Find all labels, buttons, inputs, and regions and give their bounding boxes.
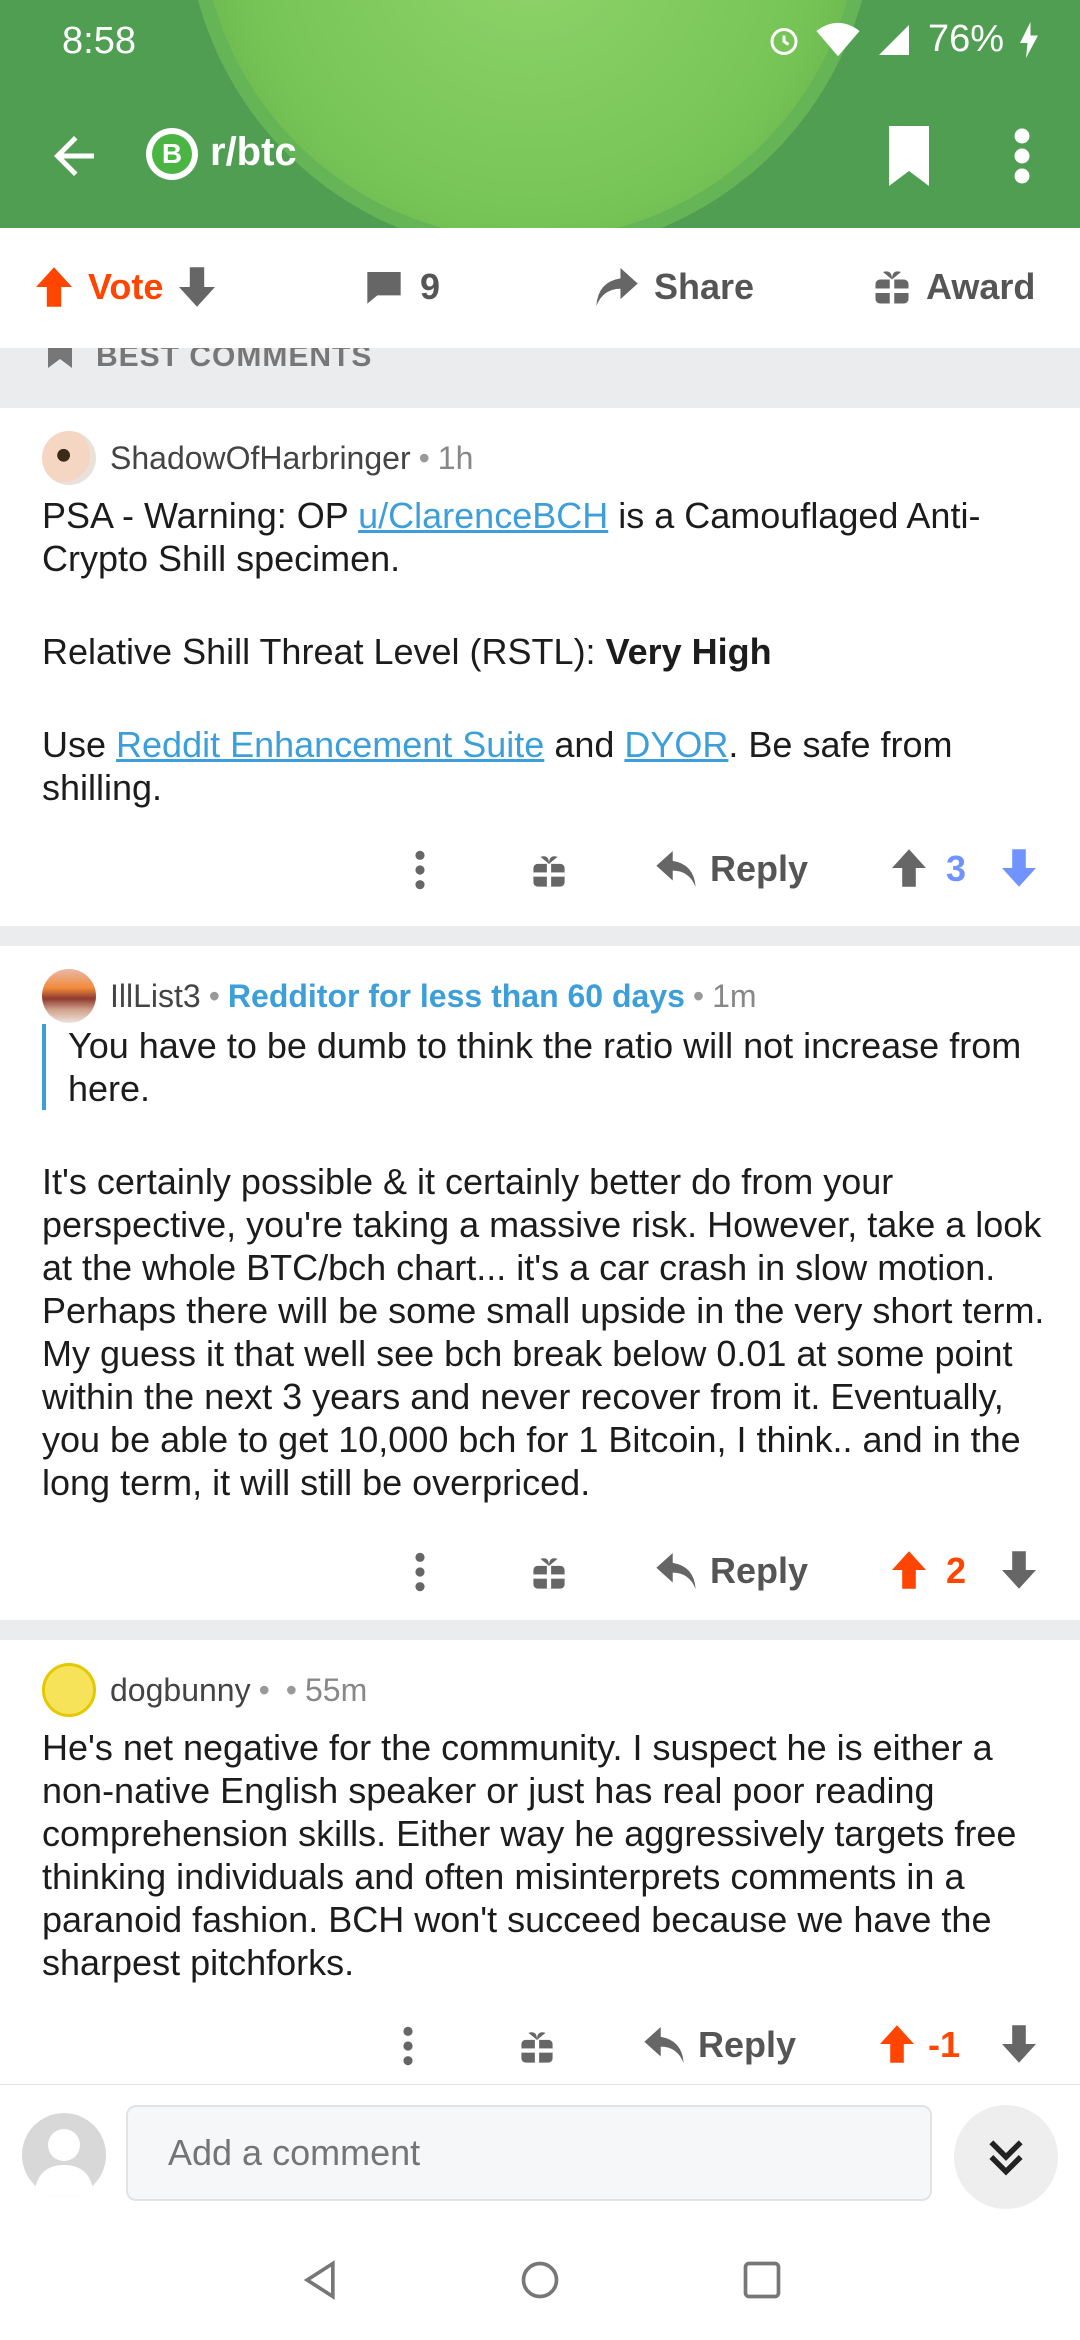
user-link[interactable]: u/ClarenceBCH — [358, 495, 608, 536]
upvote-icon[interactable] — [880, 2024, 914, 2064]
comment-text: It's certainly possible & it certainly b… — [42, 1161, 1045, 1503]
comment-meta: dogbunny • • 55m — [42, 1662, 367, 1718]
comment-author[interactable]: IllList3 — [110, 978, 201, 1015]
dyor-link[interactable]: DYOR — [624, 724, 728, 765]
comment-time: 55m — [304, 1671, 368, 1708]
bitcoin-icon[interactable]: B — [146, 128, 198, 180]
post-action-bar: Vote 9 Share Award — [0, 228, 1080, 348]
comment-body: You have to be dumb to think the ratio w… — [42, 1024, 1050, 1504]
reply-icon — [644, 2027, 684, 2063]
vote-label: Vote — [88, 266, 164, 307]
upvote-icon[interactable] — [892, 848, 926, 888]
comment-card: ShadowOfHarbringer • 1h PSA - Warning: O… — [0, 408, 1080, 926]
downvote-icon[interactable] — [1002, 1550, 1036, 1590]
comment-actions: Reply 2 — [380, 1540, 1080, 1610]
back-arrow-icon[interactable] — [44, 126, 104, 186]
comment-author[interactable]: dogbunny — [110, 1672, 251, 1709]
comment-body: PSA - Warning: OP u/ClarenceBCH is a Cam… — [42, 495, 981, 808]
header: 8:58 76% B r/btc — [0, 0, 1080, 228]
res-link[interactable]: Reddit Enhancement Suite — [116, 724, 544, 765]
comment-meta: IllList3 • Redditor for less than 60 day… — [42, 968, 757, 1024]
sort-label: BEST COMMENTS — [96, 348, 373, 373]
share-button[interactable]: Share — [596, 266, 754, 308]
comment-card: dogbunny • • 55m He's net negative for t… — [0, 1640, 1080, 2084]
more-vert-icon[interactable] — [1002, 126, 1042, 186]
award-icon — [875, 271, 909, 304]
jump-next-button[interactable] — [954, 2105, 1058, 2209]
upvote-icon[interactable] — [36, 267, 72, 307]
app-bar: B r/btc — [0, 112, 1080, 192]
more-vert-icon[interactable] — [412, 1550, 428, 1594]
comment-score: 2 — [946, 1550, 967, 1591]
comment-author[interactable]: ShadowOfHarbringer — [110, 440, 411, 477]
divider — [0, 926, 1080, 946]
award-icon[interactable] — [520, 2030, 554, 2064]
comment-input[interactable] — [126, 2105, 932, 2201]
reply-button[interactable]: Reply — [656, 1550, 808, 1592]
nav-recents-icon[interactable] — [740, 2258, 784, 2307]
comment-text: He's net negative for the community. I s… — [42, 1727, 1017, 1983]
vote-control: Vote — [36, 266, 216, 308]
more-vert-icon[interactable] — [400, 2024, 416, 2068]
award-icon[interactable] — [532, 1556, 566, 1590]
avatar[interactable] — [22, 2113, 106, 2197]
comment-score: -1 — [928, 2024, 961, 2065]
divider — [0, 1620, 1080, 1640]
user-flair: Redditor for less than 60 days — [227, 977, 685, 1014]
battery-level: 76% — [927, 18, 1004, 60]
comment-actions: Reply -1 — [368, 2014, 1068, 2084]
nav-back-icon[interactable] — [298, 2258, 342, 2307]
share-icon — [596, 268, 638, 306]
comment-card: IllList3 • Redditor for less than 60 day… — [0, 946, 1080, 1620]
reply-icon — [656, 1553, 696, 1589]
status-time: 8:58 — [62, 20, 136, 62]
comment-icon — [367, 272, 401, 304]
share-label: Share — [654, 266, 755, 307]
bookmark-icon[interactable] — [884, 126, 934, 186]
avatar[interactable] — [42, 431, 96, 485]
avatar[interactable] — [42, 969, 96, 1023]
upvote-icon[interactable] — [892, 1550, 926, 1590]
sort-bar[interactable]: BEST COMMENTS — [0, 348, 1080, 408]
threat-level: Very High — [605, 631, 772, 672]
system-navigation-bar — [0, 2214, 1080, 2340]
rocket-icon — [48, 348, 72, 368]
comment-count: 9 — [420, 266, 441, 307]
comment-composer — [0, 2084, 1080, 2214]
alarm-icon — [770, 27, 798, 55]
award-button[interactable]: Award — [874, 266, 1035, 308]
reply-button[interactable]: Reply — [656, 848, 808, 890]
quoted-text: You have to be dumb to think the ratio w… — [42, 1024, 1050, 1110]
comment-meta: ShadowOfHarbringer • 1h — [42, 430, 473, 486]
avatar[interactable] — [42, 1663, 96, 1717]
reply-icon — [656, 851, 696, 887]
signal-icon — [878, 24, 909, 55]
wifi-icon — [816, 22, 860, 56]
user-icon — [34, 2129, 94, 2197]
comment-time: 1m — [712, 977, 757, 1014]
downvote-icon[interactable] — [1002, 2024, 1036, 2064]
downvote-icon[interactable] — [1002, 848, 1036, 888]
award-label: Award — [926, 266, 1036, 307]
comment-actions: Reply 3 — [380, 838, 1080, 908]
comments-button[interactable]: 9 — [364, 266, 440, 308]
charging-icon — [1020, 21, 1038, 58]
nav-home-icon[interactable] — [518, 2258, 562, 2307]
comment-time: 1h — [437, 439, 474, 476]
subreddit-name[interactable]: r/btc — [210, 130, 297, 175]
comment-body: He's net negative for the community. I s… — [42, 1726, 1050, 1984]
reply-button[interactable]: Reply — [644, 2024, 796, 2066]
chevrons-down-icon — [989, 2140, 1023, 2176]
more-vert-icon[interactable] — [412, 848, 428, 892]
award-icon[interactable] — [532, 854, 566, 888]
comment-score: 3 — [946, 848, 967, 889]
status-bar: 8:58 76% — [0, 0, 1080, 80]
downvote-icon[interactable] — [179, 267, 216, 307]
